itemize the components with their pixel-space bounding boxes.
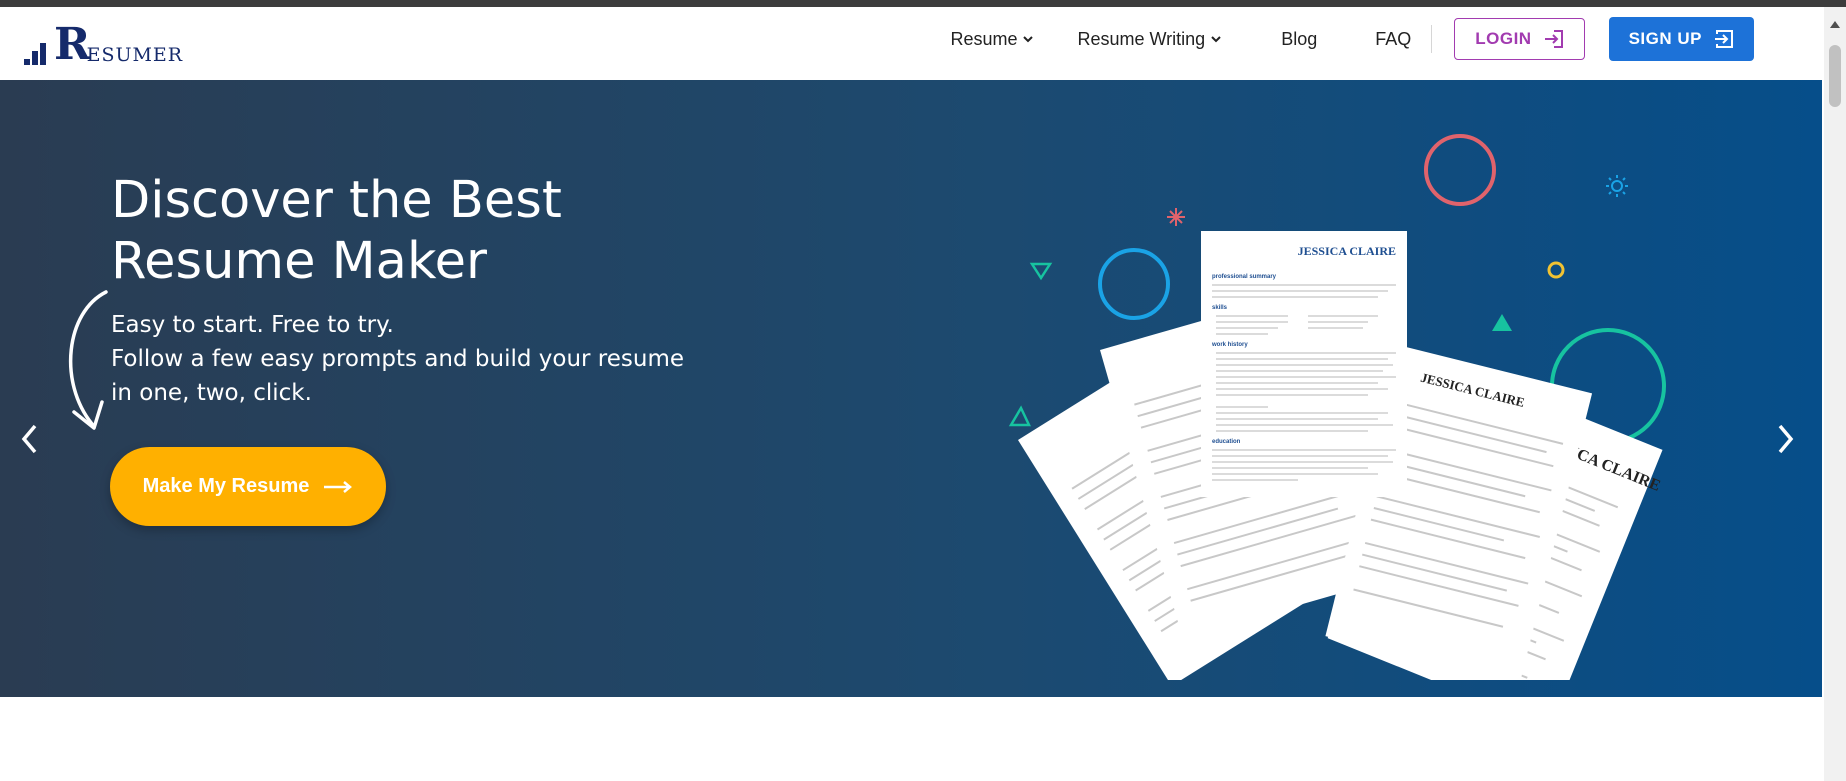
resume-sheet-name: JESSICA CLAIRE bbox=[1298, 244, 1396, 258]
scroll-thumb[interactable] bbox=[1829, 45, 1841, 107]
deco-triangle-green-filled bbox=[1492, 314, 1512, 331]
hero-subtitle-line3: in one, two, click. bbox=[111, 380, 312, 406]
nav-blog-label: Blog bbox=[1281, 28, 1318, 49]
scroll-up-arrow-icon[interactable] bbox=[1829, 19, 1841, 29]
chevron-down-icon bbox=[1211, 35, 1221, 42]
nav-blog[interactable]: Blog bbox=[1281, 29, 1317, 50]
page-scrollbar[interactable] bbox=[1824, 7, 1846, 781]
deco-circle-pink bbox=[1424, 134, 1496, 206]
login-icon bbox=[1544, 30, 1563, 48]
deco-sun-blue bbox=[1606, 175, 1628, 197]
hero-subtitle-line2: Follow a few easy prompts and build your… bbox=[111, 346, 685, 372]
nav-faq[interactable]: FAQ bbox=[1375, 29, 1411, 50]
logo-letter: R bbox=[54, 19, 91, 70]
deco-circle-yellow bbox=[1547, 261, 1565, 279]
nav-resume-writing-label: Resume Writing bbox=[1077, 28, 1206, 49]
hero-title-line2: Resume Maker bbox=[111, 232, 488, 291]
window-top-bar bbox=[0, 0, 1846, 7]
deco-asterisk-red bbox=[1167, 208, 1185, 226]
arrow-right-icon bbox=[324, 480, 353, 493]
signup-icon bbox=[1715, 30, 1733, 48]
chevron-right-icon[interactable] bbox=[1772, 422, 1798, 456]
hero-banner: Discover the Best Resume Maker Easy to s… bbox=[0, 80, 1822, 697]
cta-label: Make My Resume bbox=[142, 475, 310, 497]
deco-circle-blue bbox=[1098, 248, 1170, 320]
site-header: R ESUMER Resume Resume Writing Blog FAQ … bbox=[0, 7, 1824, 80]
login-button[interactable]: LOGIN bbox=[1454, 18, 1585, 60]
resume-section-education: education bbox=[1212, 439, 1241, 445]
curved-arrow-icon bbox=[68, 290, 108, 430]
deco-triangle-teal bbox=[1029, 262, 1053, 281]
deco-triangle-teal-small bbox=[1008, 405, 1031, 427]
chevron-down-icon bbox=[1023, 35, 1034, 42]
nav-faq-label: FAQ bbox=[1375, 28, 1412, 49]
resume-section-work: work history bbox=[1211, 342, 1248, 348]
hero-title-line1: Discover the Best bbox=[111, 171, 562, 230]
chevron-left-icon[interactable] bbox=[17, 422, 43, 456]
main-nav: Resume Resume Writing Blog FAQ LOGIN SIG… bbox=[950, 16, 1754, 62]
resume-section-skills: skills bbox=[1212, 305, 1228, 311]
logo-wordmark: ESUMER bbox=[86, 44, 184, 66]
hero-title: Discover the Best Resume Maker bbox=[111, 170, 751, 292]
login-label: LOGIN bbox=[1475, 29, 1532, 48]
resume-section-summary: professional summary bbox=[1212, 274, 1277, 280]
make-my-resume-button[interactable]: Make My Resume bbox=[110, 447, 386, 526]
nav-resume-label: Resume bbox=[950, 28, 1018, 49]
hero-illustration: JESSICA C JESSICA JESSICA CLAIRE JESSICA… bbox=[1008, 134, 1666, 680]
nav-resume-writing[interactable]: Resume Writing bbox=[1077, 29, 1221, 50]
nav-resume[interactable]: Resume bbox=[950, 28, 1034, 50]
resume-sheet-front: JESSICA CLAIRE professional summary skil… bbox=[1201, 231, 1407, 497]
hero-subtitle-line1: Easy to start. Free to try. bbox=[111, 312, 394, 338]
logo-bars-icon bbox=[24, 43, 46, 65]
signup-label: SIGN UP bbox=[1628, 29, 1702, 48]
site-logo[interactable]: R ESUMER bbox=[24, 19, 184, 70]
nav-divider bbox=[1431, 25, 1433, 53]
signup-button[interactable]: SIGN UP bbox=[1608, 17, 1754, 61]
hero-subtitle: Easy to start. Free to try. Follow a few… bbox=[111, 308, 711, 410]
